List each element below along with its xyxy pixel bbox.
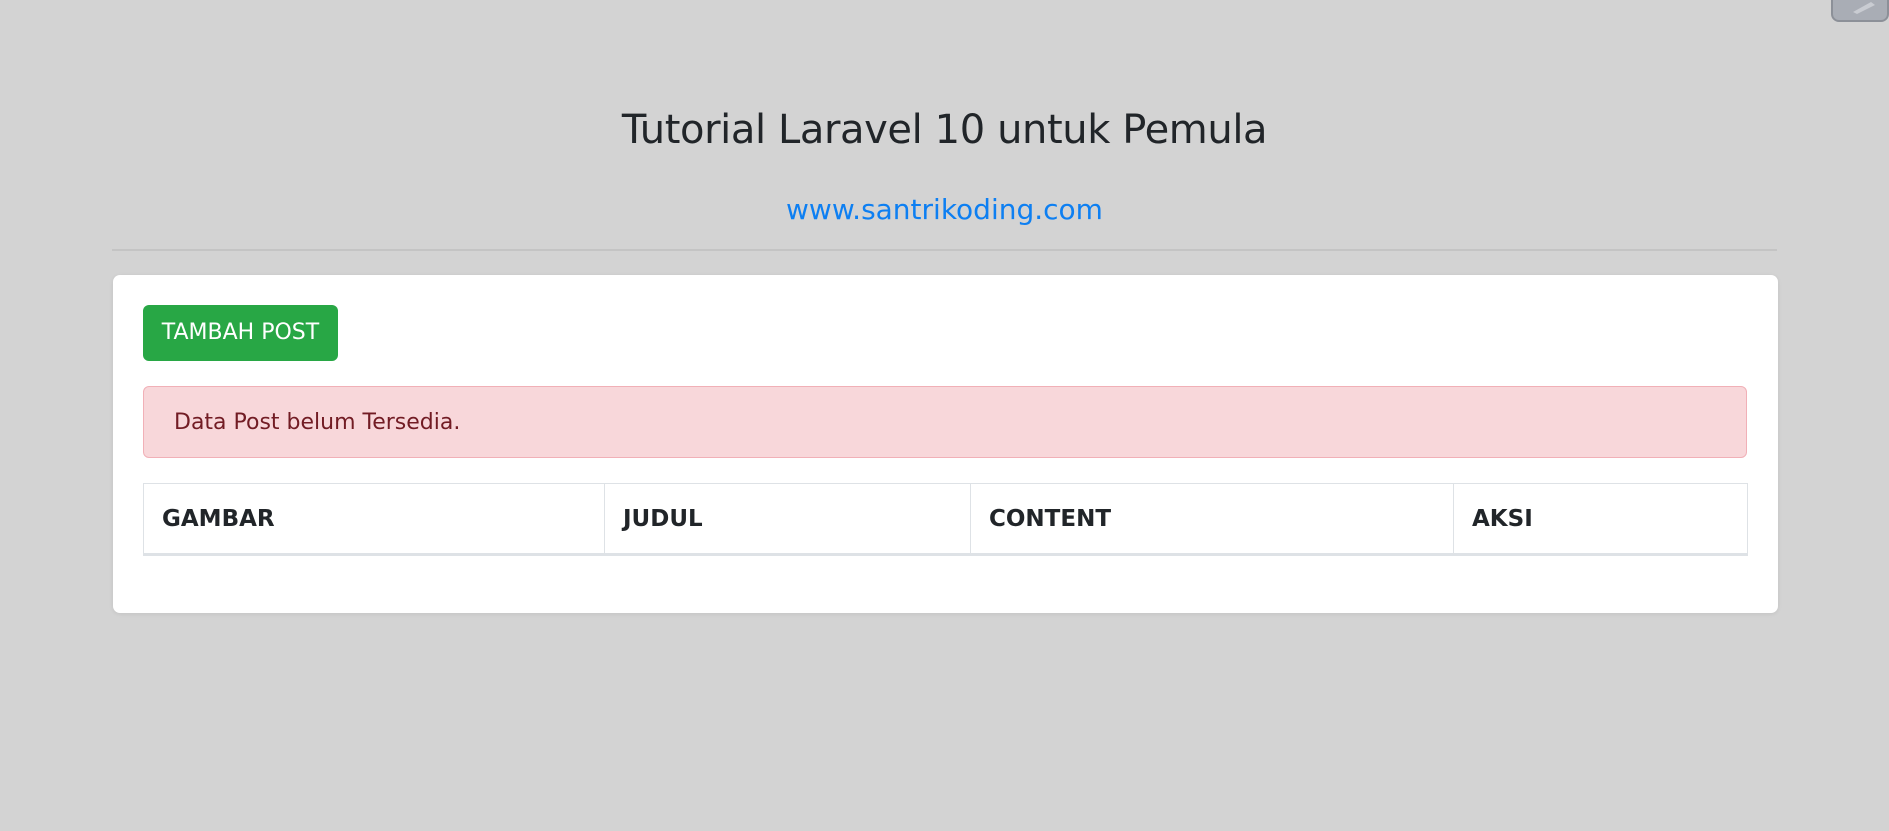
column-header-aksi: AKSI <box>1453 483 1748 556</box>
column-header-judul: JUDUL <box>604 483 971 556</box>
posts-table: GAMBAR JUDUL CONTENT AKSI <box>143 483 1748 556</box>
posts-card: TAMBAH POST Data Post belum Tersedia. GA… <box>113 275 1778 613</box>
add-post-button[interactable]: TAMBAH POST <box>143 305 338 361</box>
page: Tutorial Laravel 10 untuk Pemula www.san… <box>0 0 1889 831</box>
pencil-icon <box>1853 2 1875 14</box>
header-divider <box>112 249 1777 251</box>
table-header-row: GAMBAR JUDUL CONTENT AKSI <box>143 483 1748 556</box>
column-header-content: CONTENT <box>970 483 1454 556</box>
corner-edit-widget[interactable] <box>1831 0 1889 22</box>
site-link[interactable]: www.santrikoding.com <box>112 192 1777 228</box>
posts-table-container: GAMBAR JUDUL CONTENT AKSI <box>143 483 1748 558</box>
page-title: Tutorial Laravel 10 untuk Pemula <box>621 107 1268 153</box>
empty-data-alert: Data Post belum Tersedia. <box>143 386 1747 458</box>
table-header: GAMBAR JUDUL CONTENT AKSI <box>143 483 1748 556</box>
column-header-gambar: GAMBAR <box>143 483 605 556</box>
